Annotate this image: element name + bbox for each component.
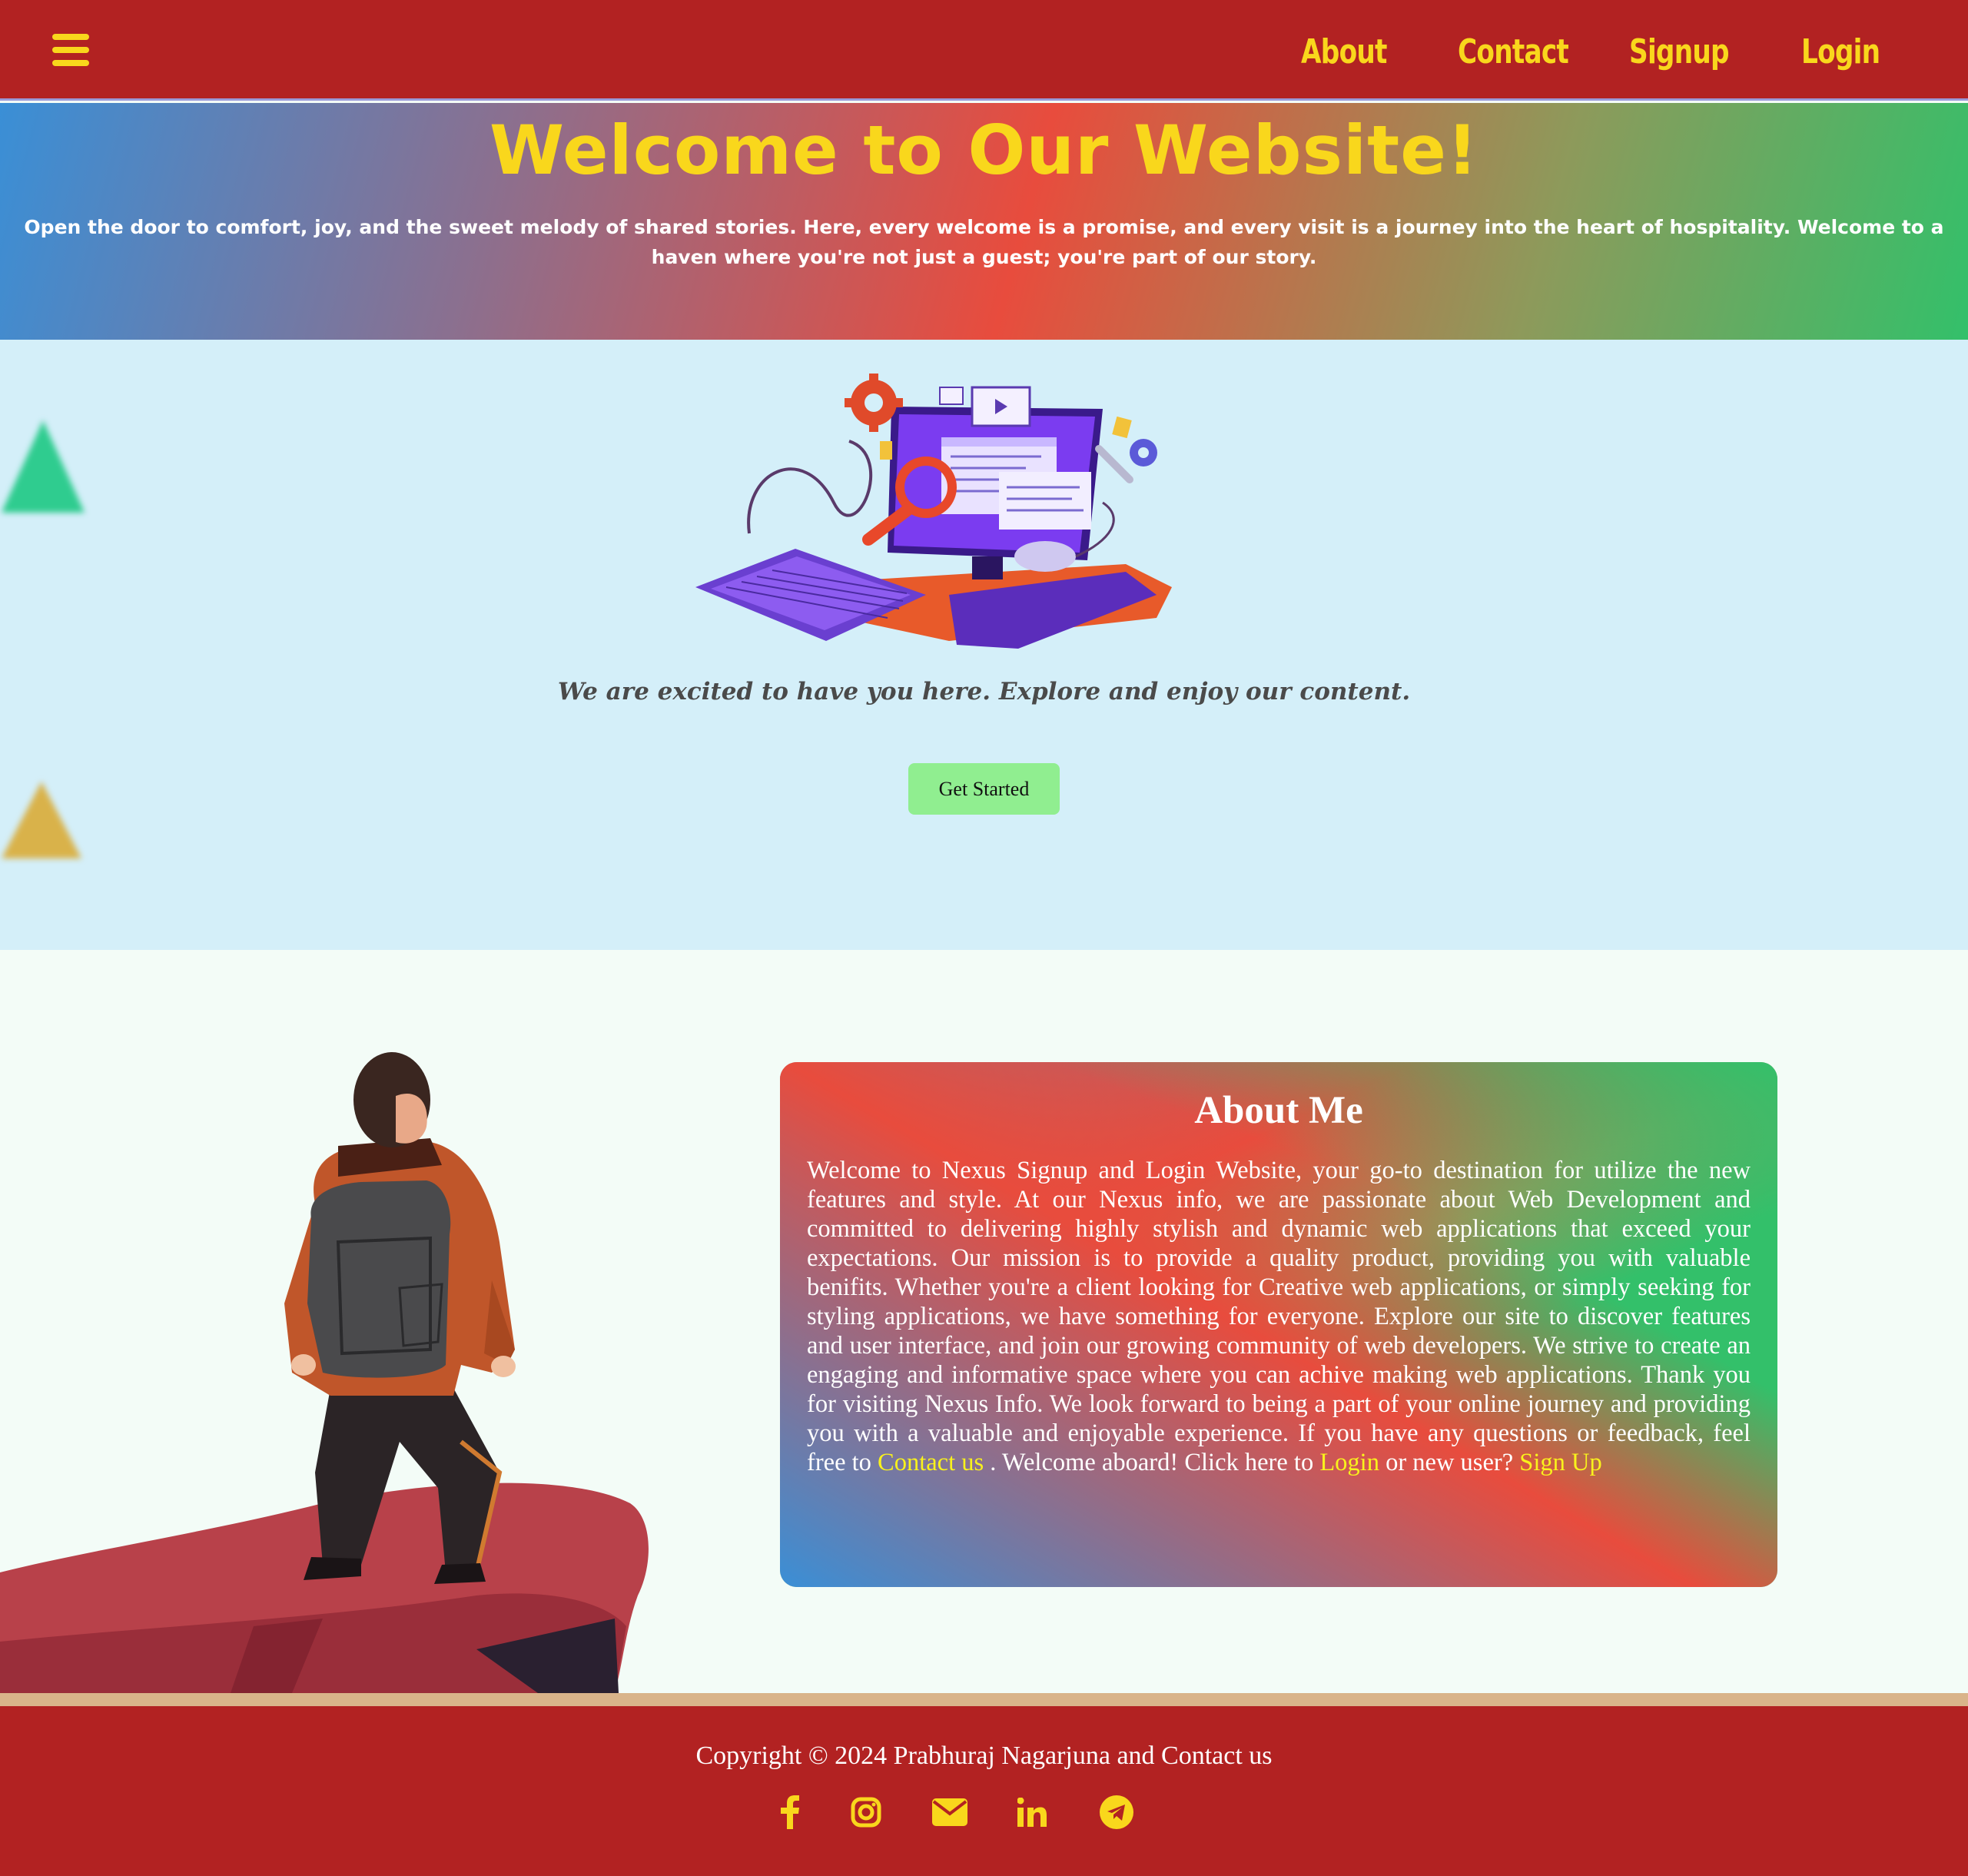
email-icon[interactable] (931, 1792, 968, 1832)
hero-title: Welcome to Our Website! (489, 111, 1479, 190)
contact-us-link[interactable]: Contact us (878, 1449, 984, 1476)
about-text: Welcome to Nexus Signup and Login Websit… (807, 1156, 1751, 1477)
nav-signup-link[interactable]: Signup (1629, 28, 1730, 77)
hamburger-menu-icon[interactable] (52, 34, 89, 66)
navbar: About Contact Signup Login (0, 0, 1968, 101)
linkedin-icon[interactable] (1016, 1792, 1048, 1832)
welcome-section: We are excited to have you here. Explore… (0, 340, 1968, 950)
nav-about-link[interactable]: About (1301, 28, 1387, 77)
about-section: About Me Welcome to Nexus Signup and Log… (0, 950, 1968, 1693)
telegram-icon[interactable] (1099, 1792, 1134, 1832)
hero-banner: Welcome to Our Website! Open the door to… (0, 103, 1968, 340)
welcome-message: We are excited to have you here. Explore… (557, 678, 1411, 706)
footer: Copyright © 2024 Prabhuraj Nagarjuna and… (0, 1706, 1968, 1876)
about-text-part2: . Welcome aboard! Click here to (990, 1449, 1314, 1476)
login-link[interactable]: Login (1319, 1449, 1379, 1476)
instagram-icon[interactable] (849, 1792, 883, 1832)
decorative-triangle-gold (2, 782, 81, 858)
about-title: About Me (1194, 1089, 1363, 1132)
signup-link[interactable]: Sign Up (1519, 1449, 1601, 1476)
web-development-illustration (695, 374, 1172, 649)
about-text-part3: or new user? (1386, 1449, 1514, 1476)
about-card: About Me Welcome to Nexus Signup and Log… (780, 1062, 1777, 1587)
copyright-text: Copyright © 2024 Prabhuraj Nagarjuna and… (695, 1742, 1273, 1770)
facebook-icon[interactable] (775, 1792, 805, 1832)
hero-text: Open the door to comfort, joy, and the s… (24, 216, 1944, 268)
decorative-triangle-green (2, 420, 85, 513)
nav-contact-link[interactable]: Contact (1458, 28, 1569, 77)
about-text-part1: Welcome to Nexus Signup and Login Websit… (807, 1157, 1751, 1476)
get-started-button[interactable]: Get Started (908, 763, 1060, 815)
footer-divider (0, 1693, 1968, 1706)
nav-login-link[interactable]: Login (1801, 28, 1880, 77)
hiker-illustration (0, 1052, 649, 1693)
